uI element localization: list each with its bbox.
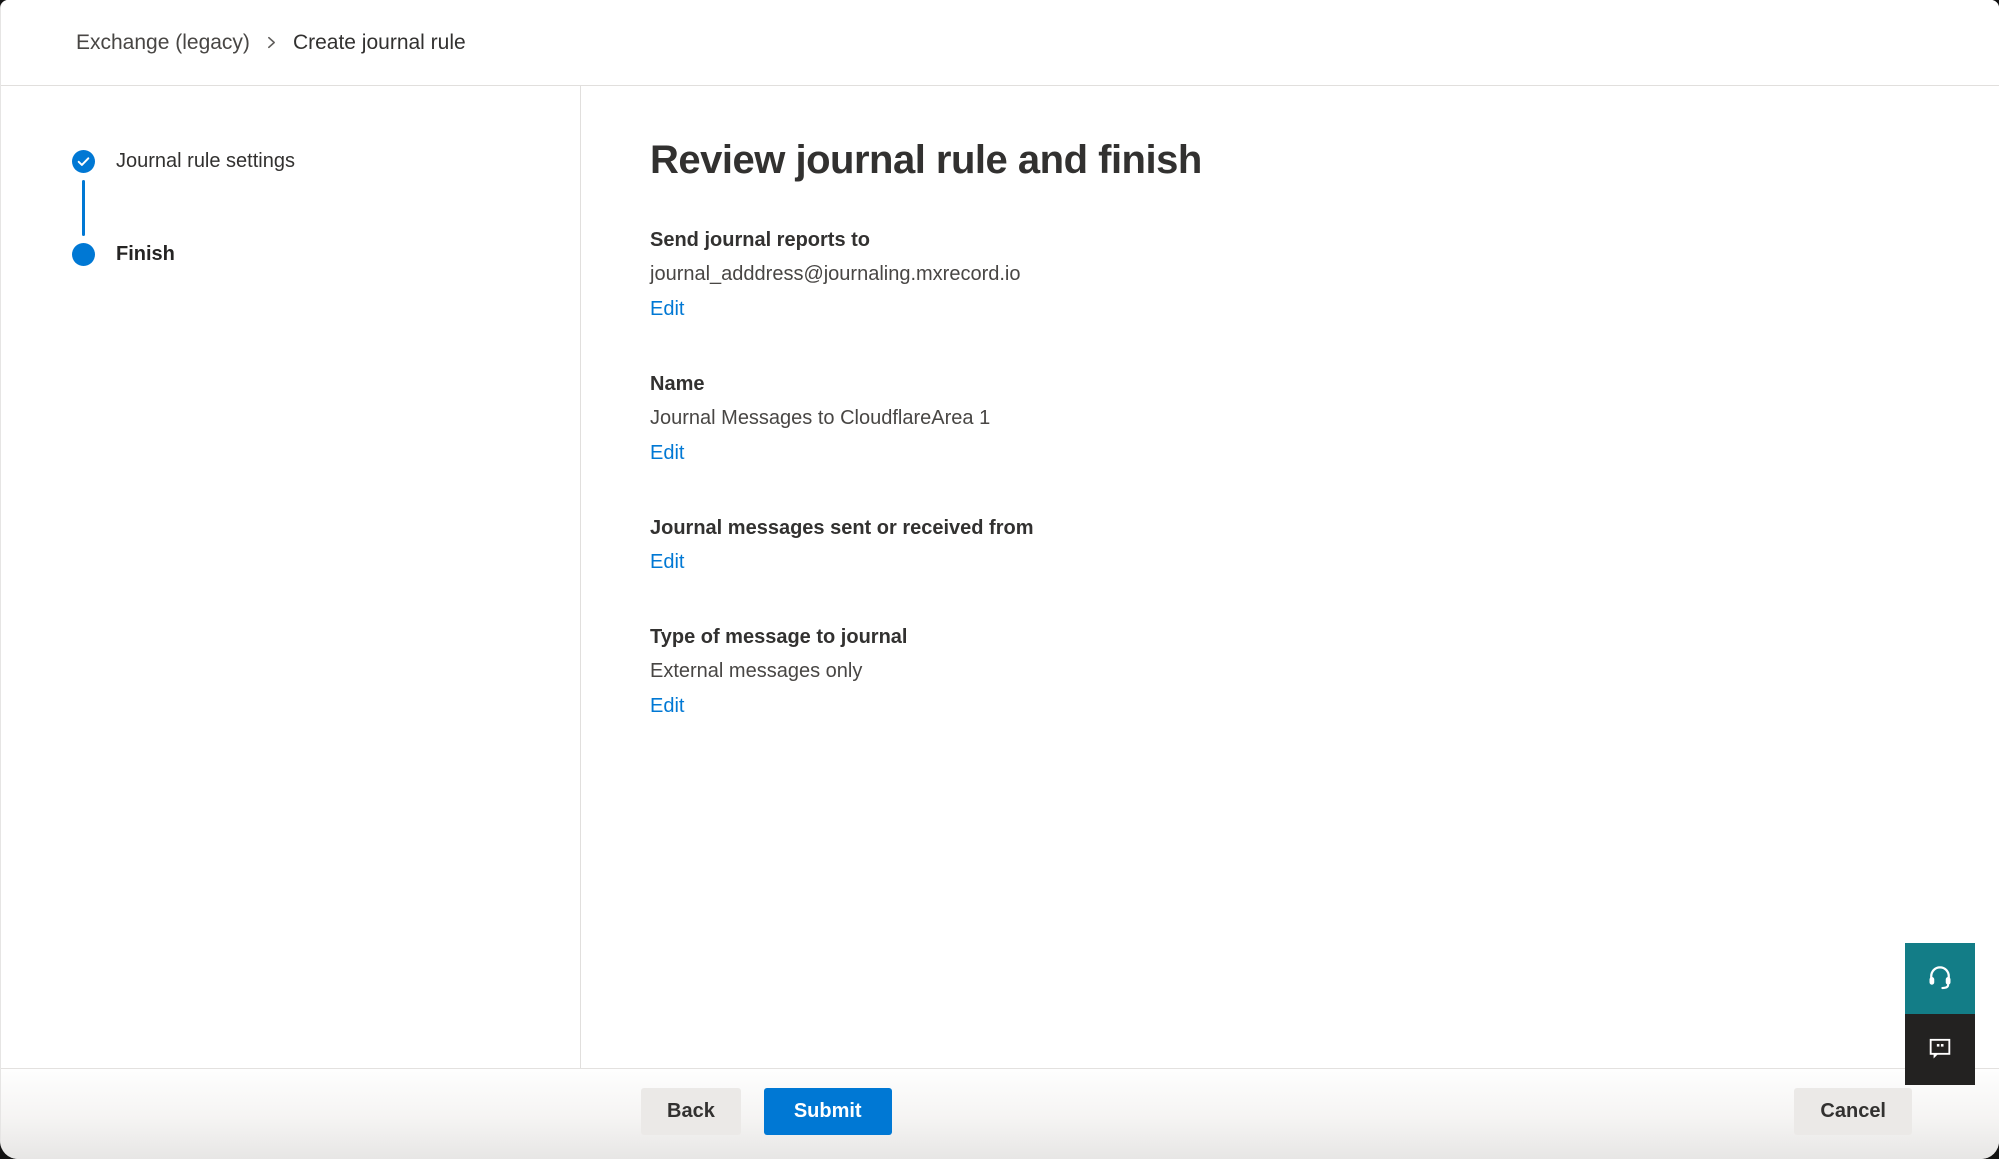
breadcrumb-exchange-legacy[interactable]: Exchange (legacy) bbox=[76, 31, 250, 55]
headset-icon bbox=[1925, 962, 1955, 995]
step-completed-check-icon bbox=[72, 150, 95, 173]
section-name: Name Journal Messages to CloudflareArea … bbox=[650, 367, 1939, 470]
rule-name-value: Journal Messages to CloudflareArea 1 bbox=[650, 401, 1939, 436]
wizard-step-label: Journal rule settings bbox=[116, 150, 295, 173]
feedback-icon bbox=[1926, 1034, 1954, 1065]
edit-send-journal-reports-link[interactable]: Edit bbox=[650, 292, 684, 326]
submit-button[interactable]: Submit bbox=[764, 1088, 892, 1135]
section-send-journal-reports-to: Send journal reports to journal_adddress… bbox=[650, 223, 1939, 326]
section-label: Name bbox=[650, 367, 1939, 401]
support-button[interactable] bbox=[1905, 943, 1975, 1014]
cancel-button[interactable]: Cancel bbox=[1794, 1088, 1912, 1135]
content-row: Journal rule settings Finish Review jour… bbox=[1, 86, 1999, 1068]
chevron-right-icon bbox=[265, 36, 278, 49]
back-button[interactable]: Back bbox=[641, 1088, 741, 1135]
section-type-of-message: Type of message to journal External mess… bbox=[650, 620, 1939, 723]
edit-name-link[interactable]: Edit bbox=[650, 436, 684, 470]
review-panel: Review journal rule and finish Send jour… bbox=[581, 86, 1999, 1068]
wizard-footer-bar: Back Submit Cancel bbox=[1, 1068, 1999, 1159]
wizard-steps-sidebar: Journal rule settings Finish bbox=[1, 86, 581, 1068]
wizard-step-journal-rule-settings[interactable]: Journal rule settings bbox=[72, 150, 580, 173]
section-label: Send journal reports to bbox=[650, 223, 1939, 257]
wizard-step-finish[interactable]: Finish bbox=[72, 243, 580, 266]
exchange-admin-window: Exchange (legacy) Create journal rule Jo… bbox=[0, 0, 1999, 1159]
floating-help-stack bbox=[1905, 943, 1975, 1085]
section-journal-messages-sent-or-received: Journal messages sent or received from E… bbox=[650, 511, 1939, 579]
section-label: Type of message to journal bbox=[650, 620, 1939, 654]
edit-journal-scope-link[interactable]: Edit bbox=[650, 545, 684, 579]
step-connector-line bbox=[82, 180, 85, 236]
breadcrumb: Exchange (legacy) Create journal rule bbox=[1, 0, 1999, 86]
section-label: Journal messages sent or received from bbox=[650, 511, 1939, 545]
wizard-step-label: Finish bbox=[116, 243, 175, 266]
edit-message-type-link[interactable]: Edit bbox=[650, 689, 684, 723]
feedback-button[interactable] bbox=[1905, 1014, 1975, 1085]
breadcrumb-create-journal-rule: Create journal rule bbox=[293, 31, 466, 55]
step-current-dot-icon bbox=[72, 243, 95, 266]
message-type-value: External messages only bbox=[650, 654, 1939, 689]
journal-report-address-value: journal_adddress@journaling.mxrecord.io bbox=[650, 257, 1939, 292]
page-title: Review journal rule and finish bbox=[650, 138, 1939, 183]
